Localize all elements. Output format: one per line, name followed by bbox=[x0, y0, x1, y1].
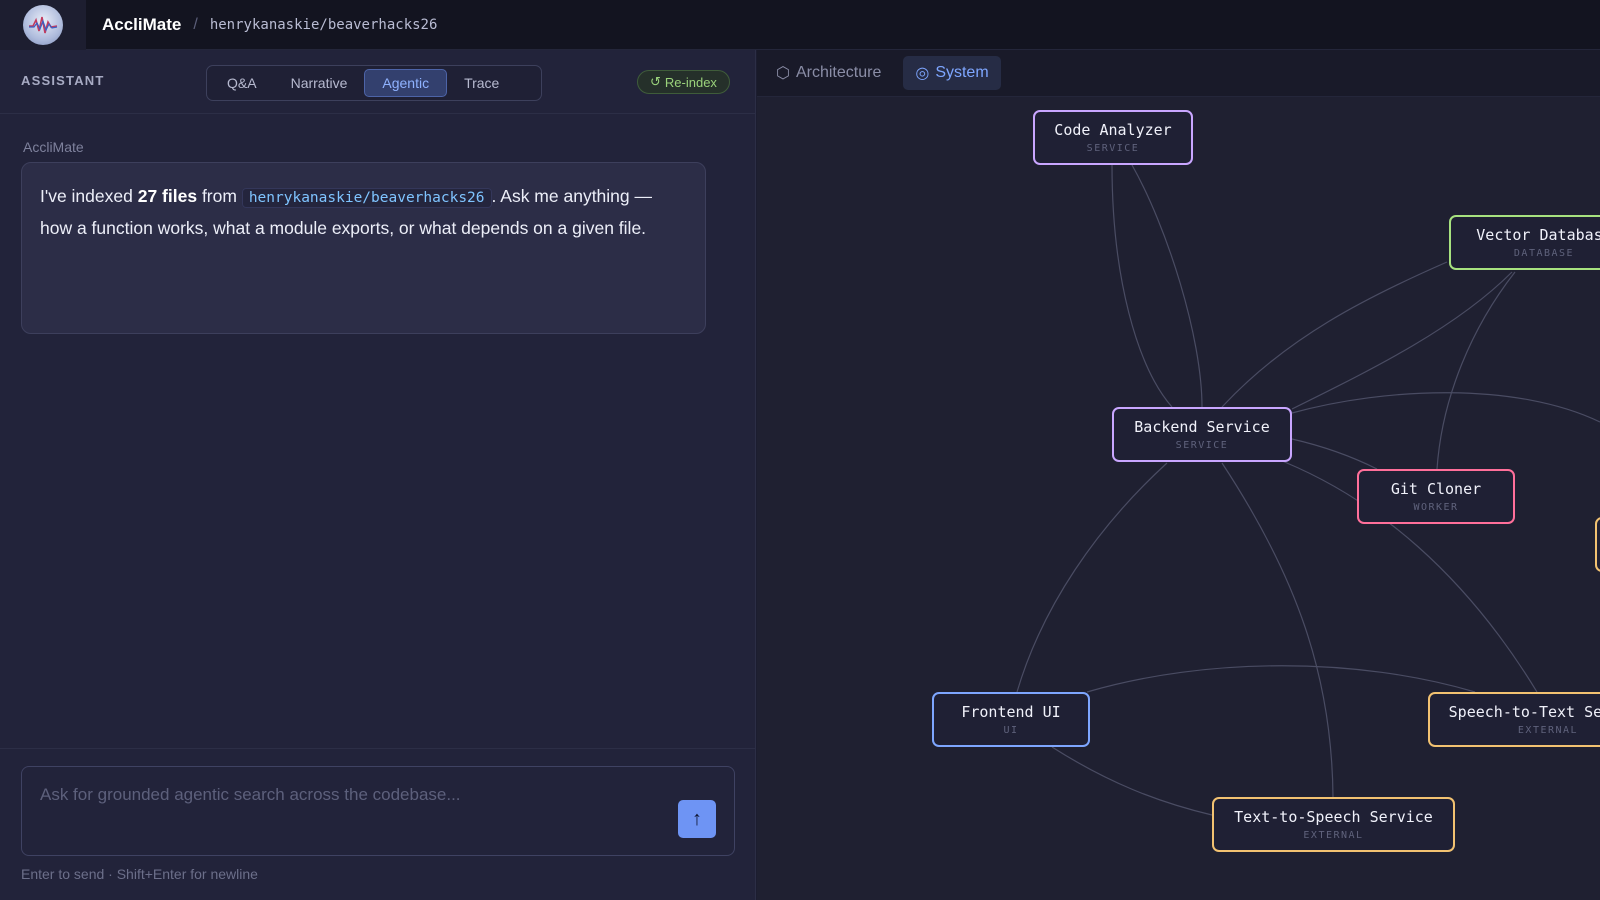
node-type: SERVICE bbox=[1175, 440, 1229, 451]
app-logo-icon bbox=[23, 4, 63, 45]
edge bbox=[1221, 261, 1448, 408]
node-name: Frontend UI bbox=[961, 703, 1061, 721]
refresh-icon: ↺ bbox=[650, 74, 661, 89]
assistant-header: ASSISTANT Q&A Narrative Agentic Trace ↺ … bbox=[0, 50, 755, 114]
edge bbox=[1291, 271, 1513, 410]
node-git-cloner[interactable]: Git Cloner WORKER bbox=[1357, 469, 1515, 524]
message-author: AccliMate bbox=[23, 139, 84, 155]
file-count: 27 files bbox=[137, 186, 198, 206]
assistant-message: I've indexed 27 files from henrykanaskie… bbox=[21, 162, 706, 334]
hexagon-icon: ⬡ bbox=[776, 65, 790, 82]
mode-tabs: Q&A Narrative Agentic Trace bbox=[206, 65, 542, 101]
edge bbox=[1291, 392, 1600, 423]
node-frontend-ui[interactable]: Frontend UI UI bbox=[932, 692, 1090, 747]
top-bar: AccliMate / henrykanaskie/beaverhacks26 bbox=[0, 0, 1600, 50]
send-button[interactable]: ↑ bbox=[678, 800, 716, 838]
node-name: Text-to-Speech Service bbox=[1234, 808, 1433, 826]
edge bbox=[1051, 746, 1213, 816]
edge bbox=[1131, 164, 1203, 408]
tab-narrative[interactable]: Narrative bbox=[274, 69, 365, 97]
node-name: Git Cloner bbox=[1390, 480, 1482, 498]
edge bbox=[1221, 462, 1334, 798]
chat-input[interactable] bbox=[40, 781, 660, 809]
edge bbox=[1291, 438, 1378, 470]
edge bbox=[1436, 271, 1516, 470]
assistant-label: ASSISTANT bbox=[21, 73, 105, 88]
app-brand[interactable]: AccliMate bbox=[102, 15, 181, 35]
tab-architecture-label: Architecture bbox=[795, 64, 882, 81]
node-type: UI bbox=[1003, 725, 1019, 736]
node-name: Code Analyzer bbox=[1054, 121, 1172, 139]
graph-panel: ⬡ Architecture ◎ System Code Analyzer SE… bbox=[757, 50, 1600, 900]
message-text: I've indexed bbox=[40, 186, 138, 206]
edge bbox=[1086, 665, 1476, 693]
view-tabs: ⬡ Architecture ◎ System bbox=[757, 50, 1600, 97]
node-offscreen[interactable] bbox=[1595, 517, 1600, 572]
message-text: from bbox=[197, 186, 242, 206]
node-speech-to-text[interactable]: Speech-to-Text Service EXTERNAL bbox=[1428, 692, 1600, 747]
system-graph: Code Analyzer SERVICE Vector Database DA… bbox=[757, 97, 1600, 900]
node-text-to-speech[interactable]: Text-to-Speech Service EXTERNAL bbox=[1212, 797, 1455, 852]
node-vector-database[interactable]: Vector Database DATABASE bbox=[1449, 215, 1600, 270]
node-type: DATABASE bbox=[1513, 248, 1575, 259]
tab-architecture[interactable]: ⬡ Architecture bbox=[764, 56, 893, 90]
assistant-panel: ASSISTANT Q&A Narrative Agentic Trace ↺ … bbox=[0, 50, 756, 900]
arrow-up-icon: ↑ bbox=[692, 807, 702, 830]
node-type: WORKER bbox=[1413, 502, 1459, 513]
node-backend-service[interactable]: Backend Service SERVICE bbox=[1112, 407, 1292, 462]
tab-agentic[interactable]: Agentic bbox=[364, 69, 448, 97]
node-name: Backend Service bbox=[1134, 418, 1270, 436]
tab-trace[interactable]: Trace bbox=[447, 69, 516, 97]
node-code-analyzer[interactable]: Code Analyzer SERVICE bbox=[1033, 110, 1193, 165]
node-type: EXTERNAL bbox=[1303, 830, 1364, 841]
edge bbox=[1111, 164, 1173, 408]
tab-system[interactable]: ◎ System bbox=[903, 56, 1001, 90]
target-icon: ◎ bbox=[915, 65, 930, 82]
logo-container[interactable] bbox=[0, 0, 86, 50]
repo-code-chip: henrykanaskie/beaverhacks26 bbox=[241, 188, 492, 208]
input-hint: Enter to send · Shift+Enter for newline bbox=[21, 866, 258, 882]
composer-box: ↑ bbox=[21, 766, 735, 856]
node-type: SERVICE bbox=[1086, 143, 1140, 154]
breadcrumb-separator: / bbox=[193, 15, 198, 33]
node-name: Vector Database bbox=[1476, 226, 1600, 244]
composer: ↑ Enter to send · Shift+Enter for newlin… bbox=[0, 748, 756, 900]
reindex-button[interactable]: ↺ Re-index bbox=[637, 70, 730, 94]
tab-system-label: System bbox=[935, 64, 989, 81]
node-type: EXTERNAL bbox=[1517, 725, 1579, 736]
tab-qa[interactable]: Q&A bbox=[210, 69, 274, 97]
reindex-label: Re-index bbox=[664, 74, 717, 90]
edge bbox=[1016, 462, 1168, 693]
repo-name[interactable]: henrykanaskie/beaverhacks26 bbox=[210, 17, 438, 33]
node-name: Speech-to-Text Service bbox=[1448, 703, 1600, 721]
